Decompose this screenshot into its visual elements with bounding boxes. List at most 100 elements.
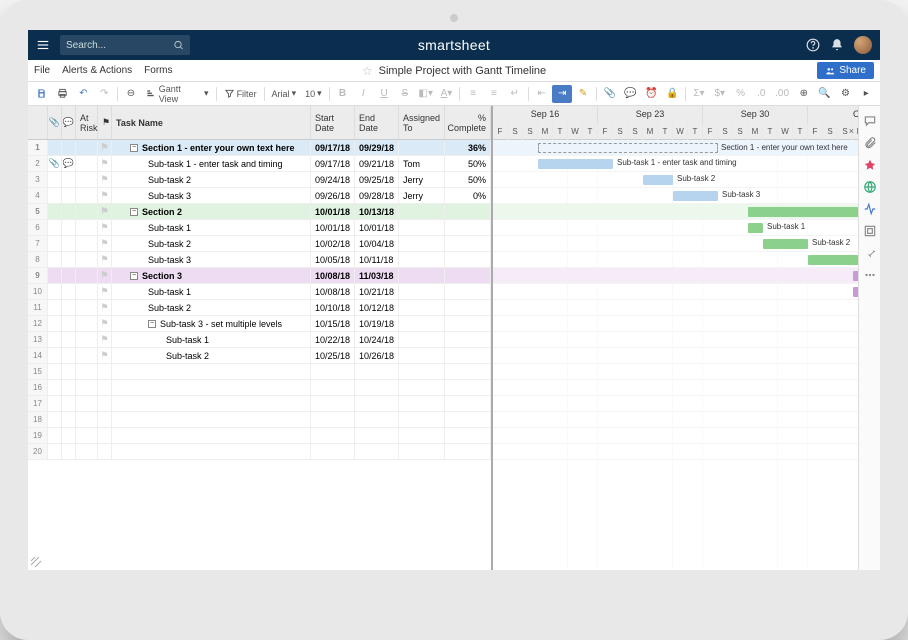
end-cell[interactable] [355, 428, 399, 443]
risk-cell[interactable] [76, 236, 98, 251]
risk-cell[interactable] [76, 220, 98, 235]
collapse-icon[interactable]: − [130, 208, 138, 216]
menu-forms[interactable]: Forms [144, 65, 172, 76]
activity-rail-icon[interactable] [863, 202, 877, 216]
proof-rail-icon[interactable] [863, 158, 877, 172]
task-cell[interactable]: Sub-task 2 [112, 236, 311, 251]
start-cell[interactable] [311, 364, 355, 379]
end-cell[interactable] [355, 380, 399, 395]
pct-cell[interactable] [445, 300, 491, 315]
risk-cell[interactable] [76, 300, 98, 315]
table-row[interactable]: 6⚑Sub-task 110/01/1810/01/18 [28, 220, 491, 236]
flag-cell[interactable] [98, 428, 112, 443]
task-cell[interactable]: −Sub-task 3 - set multiple levels [112, 316, 311, 331]
task-cell[interactable]: Sub-task 1 [112, 284, 311, 299]
gantt-bar[interactable]: Sub-task 2 [643, 175, 673, 185]
end-cell[interactable]: 10/12/18 [355, 300, 399, 315]
col-assigned[interactable]: Assigned To [399, 106, 445, 139]
end-cell[interactable]: 10/19/18 [355, 316, 399, 331]
collapse-icon[interactable]: − [148, 320, 156, 328]
assigned-cell[interactable]: Tom [399, 156, 445, 171]
attach-cell[interactable] [48, 332, 62, 347]
menu-alerts[interactable]: Alerts & Actions [62, 65, 132, 76]
task-cell[interactable]: Sub-task 2 [112, 348, 311, 363]
start-cell[interactable] [311, 444, 355, 459]
gantt-bar[interactable] [748, 207, 858, 217]
risk-cell[interactable] [76, 252, 98, 267]
flag-cell[interactable]: ⚑ [98, 332, 112, 347]
font-size[interactable]: 10 ▾ [301, 85, 326, 103]
comment-cell[interactable] [62, 252, 76, 267]
save-icon[interactable] [32, 85, 52, 103]
col-pct[interactable]: % Complete [445, 106, 491, 139]
table-row[interactable]: 18 [28, 412, 491, 428]
task-cell[interactable]: −Section 1 - enter your own text here [112, 140, 311, 155]
comment-cell[interactable] [62, 284, 76, 299]
expand-icon[interactable]: ▸ [856, 85, 876, 103]
more-rail-icon[interactable] [863, 268, 877, 282]
col-risk[interactable]: At Risk [76, 106, 98, 139]
print-icon[interactable] [53, 85, 73, 103]
assigned-cell[interactable] [399, 268, 445, 283]
pct-cell[interactable] [445, 332, 491, 347]
pct-cell[interactable] [445, 316, 491, 331]
start-cell[interactable]: 10/08/18 [311, 284, 355, 299]
flag-cell[interactable]: ⚑ [98, 236, 112, 251]
task-cell[interactable] [112, 380, 311, 395]
assigned-cell[interactable] [399, 428, 445, 443]
task-cell[interactable]: Sub-task 1 [112, 332, 311, 347]
table-row[interactable]: 7⚑Sub-task 210/02/1810/04/18 [28, 236, 491, 252]
undo-icon[interactable]: ↶ [74, 85, 94, 103]
attach-cell[interactable] [48, 236, 62, 251]
task-cell[interactable] [112, 428, 311, 443]
start-cell[interactable]: 09/17/18 [311, 140, 355, 155]
risk-cell[interactable] [76, 204, 98, 219]
assigned-cell[interactable] [399, 380, 445, 395]
start-cell[interactable]: 10/01/18 [311, 204, 355, 219]
end-cell[interactable]: 10/04/18 [355, 236, 399, 251]
attach-cell[interactable] [48, 428, 62, 443]
start-cell[interactable] [311, 412, 355, 427]
assigned-cell[interactable] [399, 284, 445, 299]
comment-cell[interactable] [62, 316, 76, 331]
font-selector[interactable]: Arial ▾ [268, 85, 301, 103]
risk-cell[interactable] [76, 268, 98, 283]
comment-cell[interactable] [62, 428, 76, 443]
start-cell[interactable]: 10/15/18 [311, 316, 355, 331]
start-cell[interactable]: 10/22/18 [311, 332, 355, 347]
col-task[interactable]: Task Name [112, 106, 311, 139]
risk-cell[interactable] [76, 284, 98, 299]
find-icon[interactable]: 🔍 [815, 85, 835, 103]
table-row[interactable]: 14⚑Sub-task 210/25/1810/26/18 [28, 348, 491, 364]
table-row[interactable]: 13⚑Sub-task 110/22/1810/24/18 [28, 332, 491, 348]
attach-cell[interactable] [48, 172, 62, 187]
table-row[interactable]: 17 [28, 396, 491, 412]
flag-cell[interactable]: ⚑ [98, 252, 112, 267]
task-cell[interactable]: −Section 2 [112, 204, 311, 219]
assigned-cell[interactable] [399, 332, 445, 347]
task-cell[interactable]: Sub-task 3 [112, 188, 311, 203]
gantt-bar[interactable] [808, 255, 858, 265]
flag-cell[interactable]: ⚑ [98, 316, 112, 331]
task-cell[interactable]: Sub-task 3 [112, 252, 311, 267]
close-icon[interactable]: × [849, 126, 854, 136]
risk-cell[interactable] [76, 396, 98, 411]
comment-cell[interactable] [62, 332, 76, 347]
currency-icon[interactable]: $▾ [710, 85, 730, 103]
end-cell[interactable] [355, 364, 399, 379]
flag-cell[interactable]: ⚑ [98, 188, 112, 203]
table-row[interactable]: 16 [28, 380, 491, 396]
attach-cell[interactable] [48, 252, 62, 267]
table-row[interactable]: 15 [28, 364, 491, 380]
task-cell[interactable] [112, 364, 311, 379]
attach-cell[interactable] [48, 140, 62, 155]
assigned-cell[interactable] [399, 396, 445, 411]
pct-cell[interactable] [445, 348, 491, 363]
attach-cell[interactable] [48, 364, 62, 379]
attach-cell[interactable] [48, 380, 62, 395]
comment-cell[interactable] [62, 412, 76, 427]
sum-icon[interactable]: Σ▾ [689, 85, 709, 103]
attach-cell[interactable] [48, 284, 62, 299]
assigned-cell[interactable] [399, 412, 445, 427]
attach-cell[interactable] [48, 316, 62, 331]
